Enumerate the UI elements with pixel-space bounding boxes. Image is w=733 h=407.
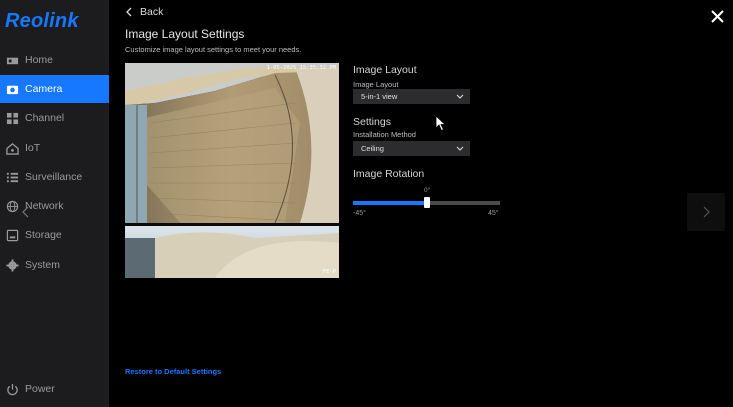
rotation-slider-fill [353,201,427,205]
installation-method-value: Ceiling [361,144,384,153]
image-layout-field-label: Image Layout [353,80,399,89]
sidebar-item-iot[interactable]: IoT [0,134,109,162]
camera-preview: 1-05-2025 15:35:32 PM FE-P [125,63,339,278]
chevron-left-icon [126,7,132,17]
installation-method-select[interactable]: Ceiling [353,141,470,156]
sidebar-item-label: IoT [25,142,41,154]
image-rotation-heading: Image Rotation [353,168,425,180]
rotation-value-label: 0° [424,187,431,194]
sidebar: Reolink Home Camera Channel IoT Surveill… [0,0,109,407]
settings-heading: Settings [353,116,391,128]
sidebar-item-label: Storage [25,229,62,241]
sidebar-item-label: Channel [25,112,65,124]
surveillance-icon [5,170,19,184]
back-label: Back [140,6,164,18]
power-icon [5,382,19,396]
preview-timestamp: 1-05-2025 15:35:32 PM [266,65,336,71]
sidebar-item-label: Home [25,54,54,66]
sidebar-item-label: System [25,259,61,271]
reolink-logo: Reolink [5,10,79,32]
fisheye-preview-image [125,63,339,278]
power-button[interactable]: Power [0,380,55,398]
storage-icon [5,228,19,242]
sidebar-item-label: Camera [25,83,63,95]
sidebar-item-label: Surveillance [25,171,83,183]
image-layout-heading: Image Layout [353,64,417,76]
sidebar-item-channel[interactable]: Channel [0,104,109,132]
rotation-max-label: 45° [488,210,499,217]
restore-defaults-link[interactable]: Restore to Default Settings [125,367,221,376]
rotation-slider-thumb[interactable] [423,197,430,208]
rotation-slider[interactable] [353,197,500,208]
camera-icon [5,82,19,96]
rotation-min-label: -45° [353,210,366,217]
power-label: Power [25,383,55,395]
sidebar-item-home[interactable]: Home [0,46,109,74]
iot-icon [5,141,19,155]
home-icon [5,53,19,67]
next-button[interactable] [687,193,725,231]
image-layout-select[interactable]: 5-in-1 view [353,89,470,104]
sidebar-item-system[interactable]: System [0,251,109,279]
sidebar-item-network[interactable]: Network [0,192,109,220]
chevron-down-icon [456,94,464,99]
page-title: Image Layout Settings [125,27,245,41]
previous-arrow-icon[interactable] [21,206,31,218]
back-button[interactable]: Back [125,6,163,18]
sidebar-item-surveillance[interactable]: Surveillance [0,163,109,191]
close-icon[interactable] [710,9,725,24]
chevron-down-icon [456,146,464,151]
sidebar-item-camera[interactable]: Camera [0,75,109,103]
gear-icon [5,258,19,272]
mouse-cursor-icon [435,115,447,132]
network-icon [5,199,19,213]
image-layout-value: 5-in-1 view [361,92,398,101]
page-subtitle: Customize image layout settings to meet … [125,45,302,54]
chevron-right-icon [703,206,710,218]
preview-camera-label: FE-P [322,269,336,275]
sidebar-item-storage[interactable]: Storage [0,221,109,249]
channel-icon [5,111,19,125]
installation-method-label: Installation Method [353,130,416,139]
